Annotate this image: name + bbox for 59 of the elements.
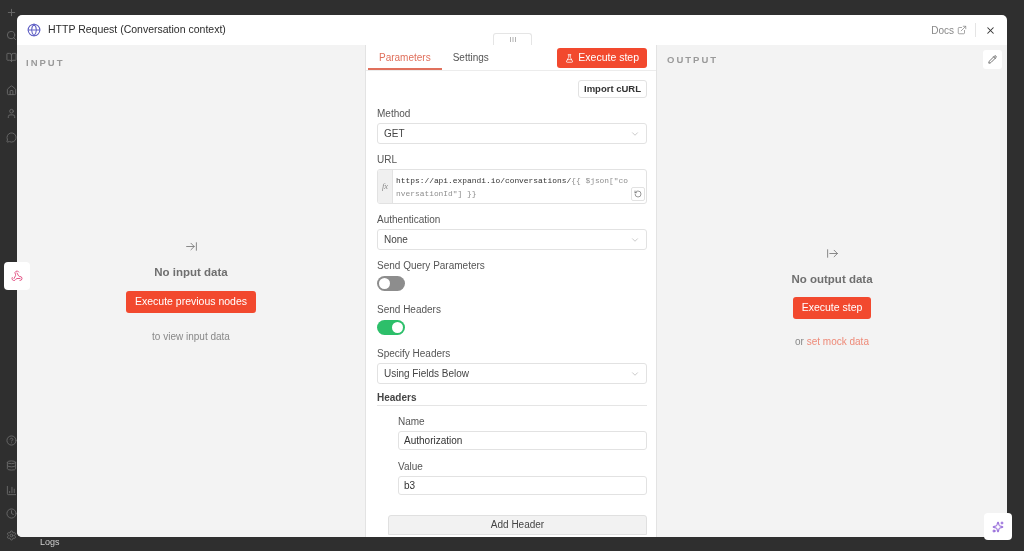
home-icon[interactable] xyxy=(6,85,17,96)
close-icon xyxy=(984,24,996,36)
select-dropdown[interactable]: None xyxy=(377,229,647,250)
text-input[interactable]: Authorization xyxy=(398,431,647,450)
modal-title: HTTP Request (Conversation context) xyxy=(48,22,226,38)
edit-button[interactable] xyxy=(983,50,1002,69)
execute-step-button[interactable]: Execute step xyxy=(557,48,647,68)
grip-icon xyxy=(509,37,516,42)
import-curl-button[interactable]: Import cURL xyxy=(578,80,647,98)
pencil-icon xyxy=(988,55,997,64)
drag-handle[interactable] xyxy=(493,33,532,45)
settings-icon[interactable] xyxy=(6,530,17,541)
hint-text: or set mock data xyxy=(795,335,869,350)
clock-icon[interactable] xyxy=(6,508,17,519)
execute-previous-button[interactable]: Execute previous nodes xyxy=(125,290,257,313)
external-link-icon xyxy=(957,25,967,35)
select-dropdown[interactable]: Using Fields Below xyxy=(377,363,647,384)
text-input[interactable]: b3 xyxy=(398,476,647,495)
flask-icon xyxy=(565,53,575,63)
reset-button[interactable] xyxy=(631,187,645,201)
field-label: Method xyxy=(377,108,411,119)
field-label: Specify Headers xyxy=(377,348,451,359)
hint-text: to view input data xyxy=(152,329,230,344)
database-icon[interactable] xyxy=(6,460,17,471)
add-header-button[interactable]: Add Header xyxy=(388,515,647,535)
field-label: Send Headers xyxy=(377,304,441,315)
field-label: Name xyxy=(398,416,425,427)
field-label: Value xyxy=(398,461,423,472)
arrow-from-line-icon xyxy=(825,246,839,260)
node-button[interactable] xyxy=(4,262,30,290)
toggle-switch[interactable] xyxy=(377,320,405,335)
user-icon[interactable] xyxy=(6,108,17,119)
empty-title: No output data xyxy=(791,271,873,287)
docs-link[interactable]: Docs xyxy=(931,22,967,38)
panel-heading: OUTPUT xyxy=(667,53,719,67)
field-label: URL xyxy=(377,154,397,165)
execute-step-button[interactable]: Execute step xyxy=(792,297,872,320)
tab[interactable]: Settings xyxy=(441,45,500,70)
logs-label[interactable]: Logs xyxy=(40,537,60,548)
toggle-switch[interactable] xyxy=(377,276,405,291)
book-icon[interactable] xyxy=(6,52,17,63)
section-heading: Headers xyxy=(377,393,417,403)
sparkle-icon xyxy=(992,520,1004,533)
field-label: Authentication xyxy=(377,214,441,225)
rotate-icon xyxy=(634,190,642,198)
search-icon[interactable] xyxy=(6,30,17,41)
chart-icon[interactable] xyxy=(6,485,17,496)
network-icon xyxy=(11,270,23,282)
arrow-to-line-icon xyxy=(184,240,198,254)
help-icon[interactable] xyxy=(6,435,17,446)
globe-icon xyxy=(27,23,41,37)
chat-icon[interactable] xyxy=(6,132,17,143)
empty-title: No input data xyxy=(154,265,228,281)
fx-label: fx xyxy=(381,180,389,193)
select-dropdown[interactable]: GET xyxy=(377,123,647,144)
assistant-button[interactable] xyxy=(984,513,1012,540)
plus-icon[interactable] xyxy=(6,7,17,18)
field-label: Send Query Parameters xyxy=(377,260,485,271)
panel-heading: INPUT xyxy=(26,57,65,68)
